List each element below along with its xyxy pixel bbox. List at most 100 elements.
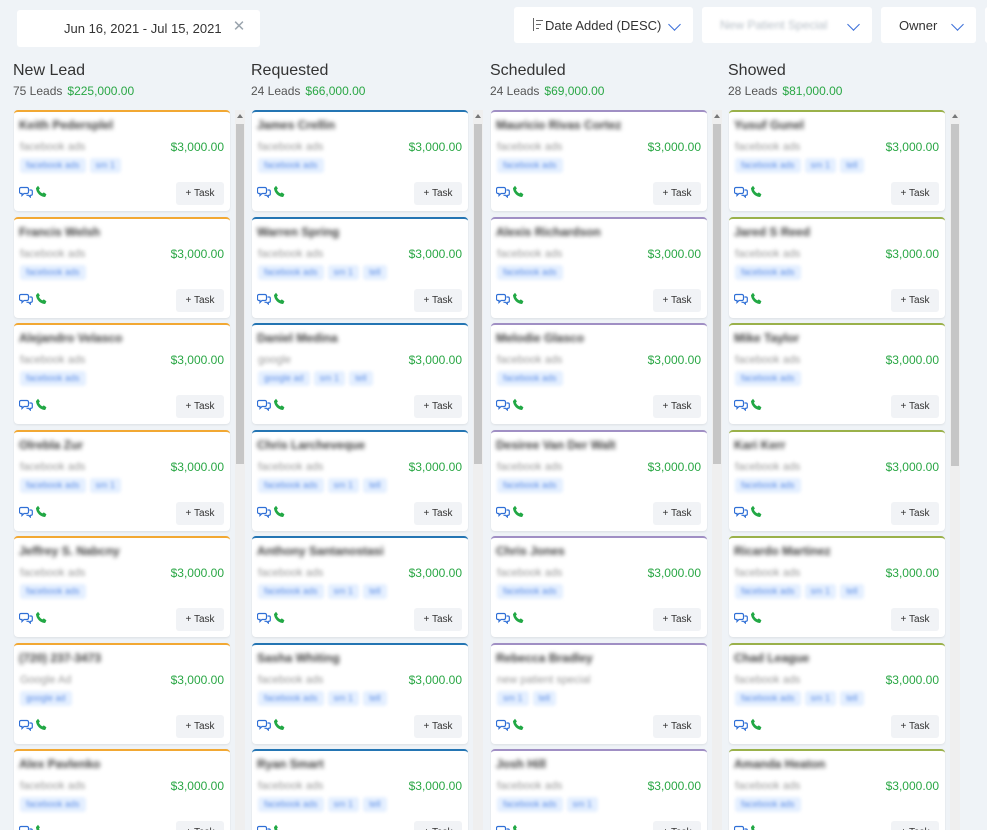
chat-icon[interactable] <box>495 824 510 830</box>
phone-icon[interactable] <box>273 398 286 416</box>
lead-name[interactable]: Ricardo Martinez <box>734 544 831 558</box>
phone-icon[interactable] <box>750 718 763 736</box>
phone-icon[interactable] <box>35 398 48 416</box>
add-task-button[interactable]: + Task <box>414 821 462 830</box>
phone-icon[interactable] <box>512 292 525 310</box>
lead-name[interactable]: Melodie Glasco <box>496 331 584 345</box>
chat-icon[interactable] <box>495 185 510 203</box>
add-task-button[interactable]: + Task <box>414 395 462 418</box>
lead-name[interactable]: Mike Taylor <box>734 331 799 345</box>
lead-card[interactable]: Yusuf Gunel facebook ads $3,000.00 facebook… <box>729 110 945 211</box>
scroll-thumb[interactable] <box>951 124 959 466</box>
add-task-button[interactable]: + Task <box>891 182 939 205</box>
chat-icon[interactable] <box>495 505 510 523</box>
sort-select[interactable]: Date Added (DESC) <box>514 7 693 43</box>
lead-name[interactable]: Jared S Reed <box>734 225 810 239</box>
phone-icon[interactable] <box>512 398 525 416</box>
chat-icon[interactable] <box>733 611 748 629</box>
lead-name[interactable]: James Crellin <box>257 118 335 132</box>
lead-card[interactable]: Chris Jones facebook ads $3,000.00 facebook… <box>491 536 707 637</box>
chat-icon[interactable] <box>495 718 510 736</box>
phone-icon[interactable] <box>512 611 525 629</box>
lead-card[interactable]: Chris Larcheveque facebook ads $3,000.00 fa… <box>252 429 468 531</box>
chat-icon[interactable] <box>733 398 748 416</box>
add-task-button[interactable]: + Task <box>653 182 701 205</box>
add-task-button[interactable]: + Task <box>891 821 939 830</box>
lead-card[interactable]: Daniel Medina google $3,000.00 google ad sm … <box>252 323 468 424</box>
add-task-button[interactable]: + Task <box>414 288 462 312</box>
lead-card[interactable]: Mike Taylor facebook ads $3,000.00 facebook… <box>729 323 945 424</box>
add-task-button[interactable]: + Task <box>891 501 939 525</box>
lead-name[interactable]: Mauricio Rivas Cortez <box>496 118 621 132</box>
chat-icon[interactable] <box>495 292 510 310</box>
chat-icon[interactable] <box>18 292 33 310</box>
lead-card[interactable]: Warren Spring facebook ads $3,000.00 facebo… <box>252 216 468 318</box>
lead-card[interactable]: Anthony Santanostasi facebook ads $3,000.0… <box>252 536 468 637</box>
chat-icon[interactable] <box>256 611 271 629</box>
lead-name[interactable]: Warren Spring <box>257 225 339 239</box>
add-task-button[interactable]: + Task <box>176 395 224 418</box>
chat-icon[interactable] <box>256 505 271 523</box>
lead-card[interactable]: Mauricio Rivas Cortez facebook ads $3,000.… <box>491 110 707 211</box>
lead-name[interactable]: Alejandro Velasco <box>19 331 122 345</box>
chat-icon[interactable] <box>495 611 510 629</box>
add-task-button[interactable]: + Task <box>653 714 701 738</box>
lead-card[interactable]: Sasha Whiting facebook ads $3,000.00 facebo… <box>252 642 468 744</box>
chat-icon[interactable] <box>733 718 748 736</box>
scroll-thumb[interactable] <box>236 124 244 464</box>
add-task-button[interactable]: + Task <box>176 288 224 312</box>
scrollbar[interactable] <box>473 110 483 830</box>
phone-icon[interactable] <box>750 185 763 203</box>
phone-icon[interactable] <box>750 505 763 523</box>
lead-card[interactable]: Chad League facebook ads $3,000.00 facebook… <box>729 642 945 744</box>
lead-card[interactable]: Amanda Heaton facebook ads $3,000.00 facebo… <box>729 749 945 830</box>
lead-name[interactable]: Chris Jones <box>496 544 565 558</box>
chat-icon[interactable] <box>256 292 271 310</box>
scrollbar[interactable] <box>235 110 245 830</box>
phone-icon[interactable] <box>273 292 286 310</box>
date-range-filter[interactable]: Jun 16, 2021 - Jul 15, 2021 ✕ <box>17 10 260 47</box>
chat-icon[interactable] <box>733 185 748 203</box>
lead-card[interactable]: James Crellin facebook ads $3,000.00 facebo… <box>252 110 468 211</box>
scroll-thumb[interactable] <box>713 124 721 464</box>
lead-name[interactable]: Chris Larcheveque <box>257 438 365 452</box>
lead-card[interactable]: Rebecca Bradley new patient special sm 1 te… <box>491 642 707 744</box>
lead-card[interactable]: Ryan Smart facebook ads $3,000.00 facebook … <box>252 749 468 830</box>
chat-icon[interactable] <box>256 718 271 736</box>
scroll-up-icon[interactable] <box>714 114 720 118</box>
scroll-up-icon[interactable] <box>952 114 958 118</box>
add-task-button[interactable]: + Task <box>653 821 701 830</box>
phone-icon[interactable] <box>35 718 48 736</box>
chat-icon[interactable] <box>256 398 271 416</box>
add-task-button[interactable]: + Task <box>176 821 224 830</box>
chat-icon[interactable] <box>733 824 748 830</box>
scroll-up-icon[interactable] <box>237 114 243 118</box>
lead-name[interactable]: Chad League <box>734 651 809 665</box>
phone-icon[interactable] <box>750 824 763 830</box>
lead-card[interactable]: Alejandro Velasco facebook ads $3,000.00 fa… <box>14 323 230 424</box>
lead-name[interactable]: Alexis Richardson <box>496 225 601 239</box>
lead-name[interactable]: (720) 237-3473 <box>19 651 101 665</box>
phone-icon[interactable] <box>750 398 763 416</box>
lead-card[interactable]: Josh Hill facebook ads $3,000.00 facebook a… <box>491 749 707 830</box>
scrollbar[interactable] <box>712 110 722 830</box>
add-task-button[interactable]: + Task <box>653 288 701 312</box>
add-task-button[interactable]: + Task <box>414 501 462 525</box>
add-task-button[interactable]: + Task <box>414 714 462 738</box>
chat-icon[interactable] <box>18 398 33 416</box>
phone-icon[interactable] <box>35 611 48 629</box>
phone-icon[interactable] <box>512 185 525 203</box>
lead-name[interactable]: Jeffrey S. Nabcny <box>19 544 120 558</box>
phone-icon[interactable] <box>273 185 286 203</box>
chat-icon[interactable] <box>18 824 33 830</box>
phone-icon[interactable] <box>35 505 48 523</box>
lead-name[interactable]: Alex Pavlenko <box>19 757 100 771</box>
phone-icon[interactable] <box>35 824 48 830</box>
lead-name[interactable]: Josh Hill <box>496 757 546 771</box>
lead-card[interactable]: (720) 237-3473 Google Ad $3,000.00 google a… <box>14 642 230 744</box>
phone-icon[interactable] <box>512 505 525 523</box>
owner-select[interactable]: Owner <box>881 7 976 43</box>
lead-name[interactable]: Ryan Smart <box>257 757 324 771</box>
add-task-button[interactable]: + Task <box>176 501 224 525</box>
chat-icon[interactable] <box>18 611 33 629</box>
